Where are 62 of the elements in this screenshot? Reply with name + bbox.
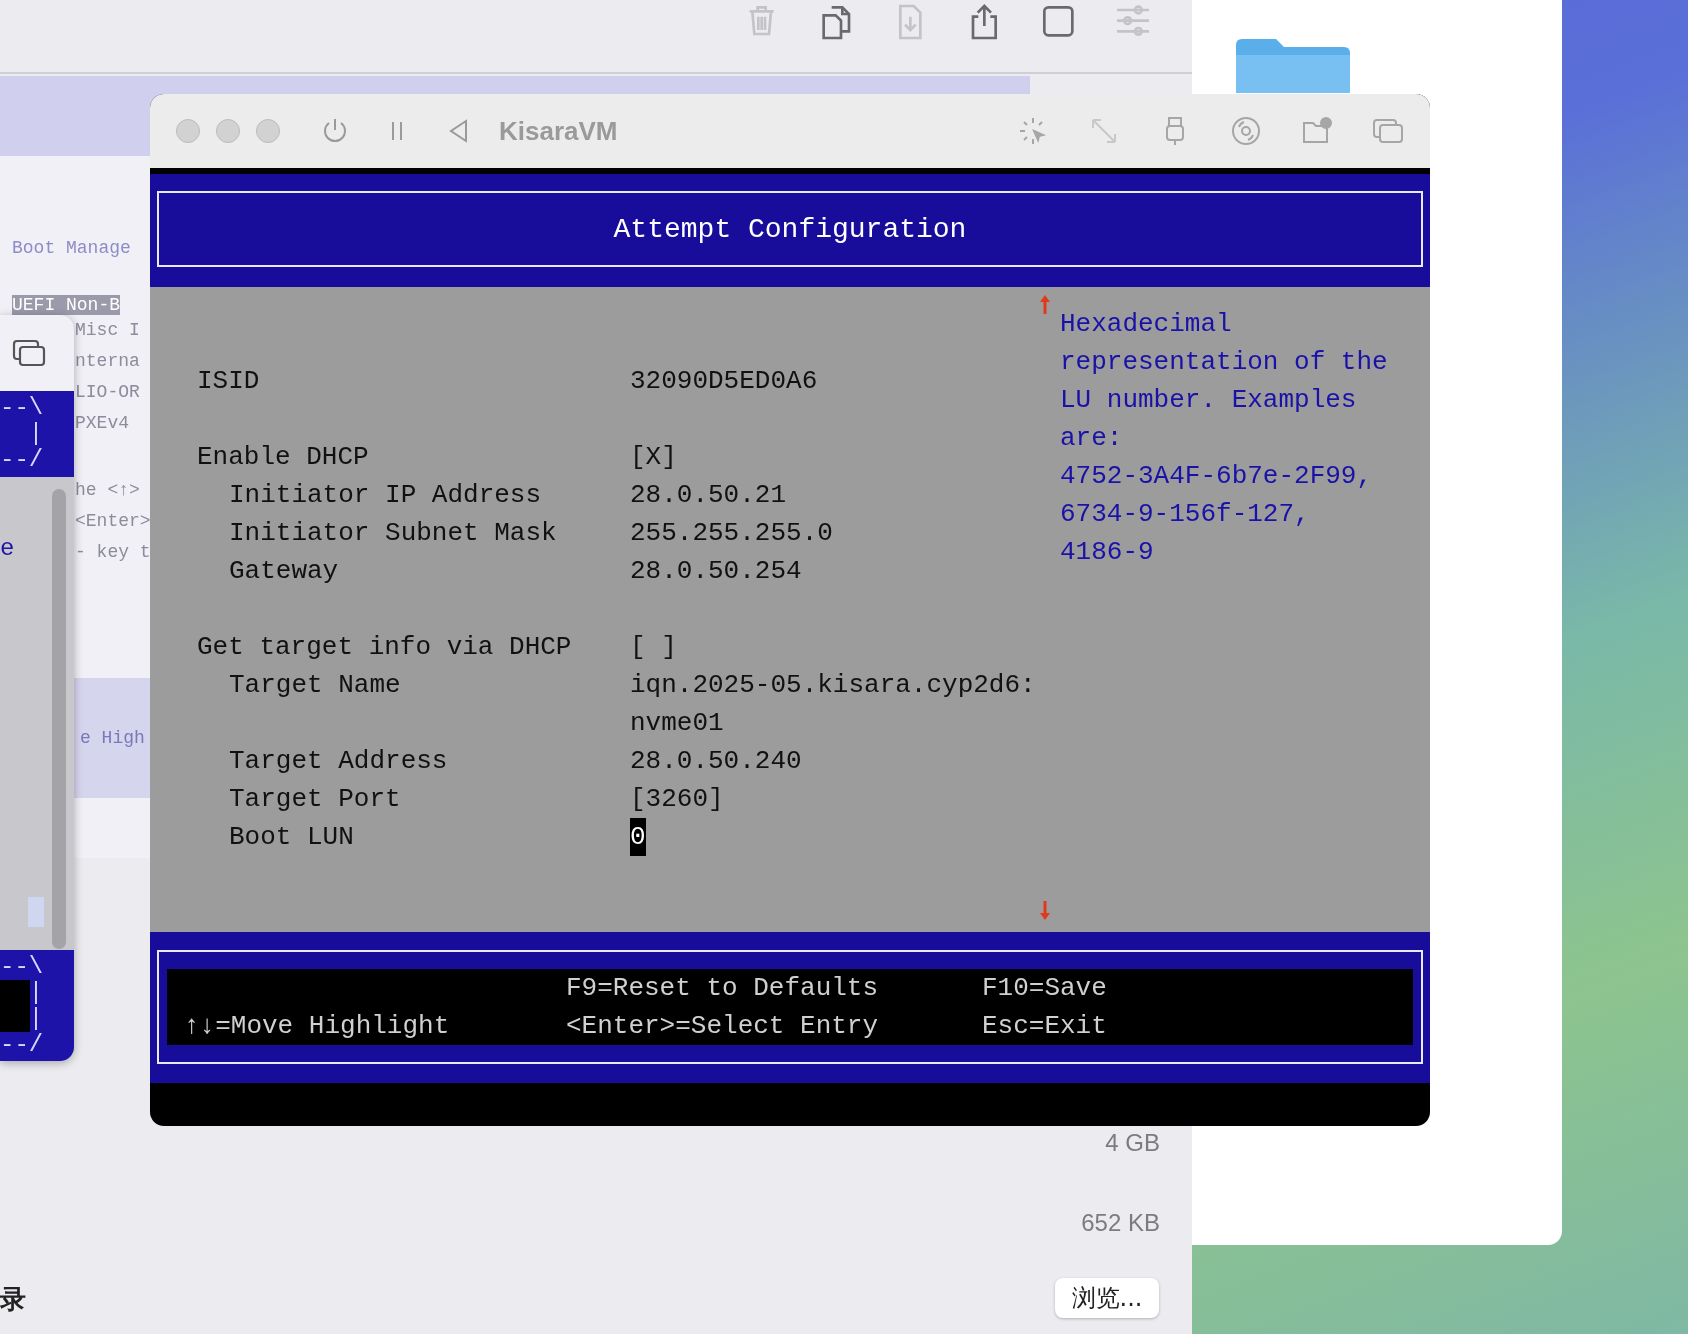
help-text: representation of the [1060,346,1388,379]
frame-text: | [27,980,45,1006]
field-label: Target Address [229,745,449,778]
key-hint: Esc=Exit [982,1010,1107,1043]
field-value[interactable]: 28.0.50.21 [630,476,787,514]
field-label: Target Name [229,669,402,702]
key-hint: F9=Reset to Defaults [566,972,880,1005]
windows-icon[interactable] [12,339,46,367]
terminal-block [0,980,30,1032]
key-hint: <Enter>=Select Entry [566,1010,880,1043]
field-label: Boot LUN [229,821,355,854]
frame-text: --\ [0,395,45,421]
key-hint: ↑↓=Move Highlight [184,1010,451,1043]
hint-text: <Enter> [75,510,151,533]
field-label: Initiator Subnet Mask [229,517,558,550]
field-label: Enable DHCP [197,441,370,474]
scrollbar[interactable] [52,489,66,949]
window-title: KisaraVM [499,115,618,147]
field-label: Get target info via DHCP [197,631,573,664]
close-button[interactable] [176,119,200,143]
size-label: 652 KB [1081,1210,1160,1236]
field-value[interactable]: 28.0.50.254 [630,552,802,590]
field-value[interactable]: 255.255.255.0 [630,514,833,552]
frame-text: | [27,1006,45,1032]
field-label: Target Port [229,783,402,816]
frame-text: | [27,421,45,447]
screen-text: e [0,535,15,562]
field-value[interactable]: [3260] [630,780,724,818]
frame-text: --/ [0,1032,45,1058]
frame-text: --/ [0,447,45,473]
frame-text: --\ [0,954,45,980]
key-hint: F10=Save [982,972,1107,1005]
hint-text: he <↑> [75,479,140,502]
help-text: Hexadecimal [1060,308,1232,341]
field-value[interactable]: 28.0.50.240 [630,742,802,780]
field-value[interactable]: 0 [630,818,646,856]
boot-manager-title: Boot Manage [12,238,131,258]
field-label: Gateway [229,555,340,588]
help-text: LU number. Examples [1060,384,1357,417]
scroll-up-arrow-icon [1037,293,1053,315]
help-text: are: [1060,422,1123,455]
footer-text: e High [80,728,145,748]
size-label: 4 GB [1105,1130,1160,1156]
field-value[interactable]: iqn.2025-05.kisara.cyp2d6: [630,666,1036,704]
scroll-down-arrow-icon [1037,900,1053,922]
browse-button[interactable]: 浏览... [1055,1278,1159,1318]
field-value-continued: nvme01 [630,707,724,740]
section-label: 录 [0,1283,26,1316]
field-value[interactable]: [X] [630,438,677,476]
field-label: Initiator IP Address [229,479,543,512]
field-label: ISID [197,365,261,398]
disc-icon[interactable] [1230,115,1262,147]
page-title: Attempt Configuration [157,191,1423,267]
field-value[interactable]: [ ] [630,628,677,666]
help-text: 4186-9 [1060,536,1154,569]
field-value[interactable]: 32090D5ED0A6 [630,362,818,400]
minimize-button[interactable] [216,119,240,143]
cursor-block [28,897,44,927]
zoom-button[interactable] [256,119,280,143]
help-text: 4752-3A4F-6b7e-2F99, [1060,460,1373,493]
hint-text: - key t [75,541,151,564]
help-text: 6734-9-156f-127, [1060,498,1310,531]
